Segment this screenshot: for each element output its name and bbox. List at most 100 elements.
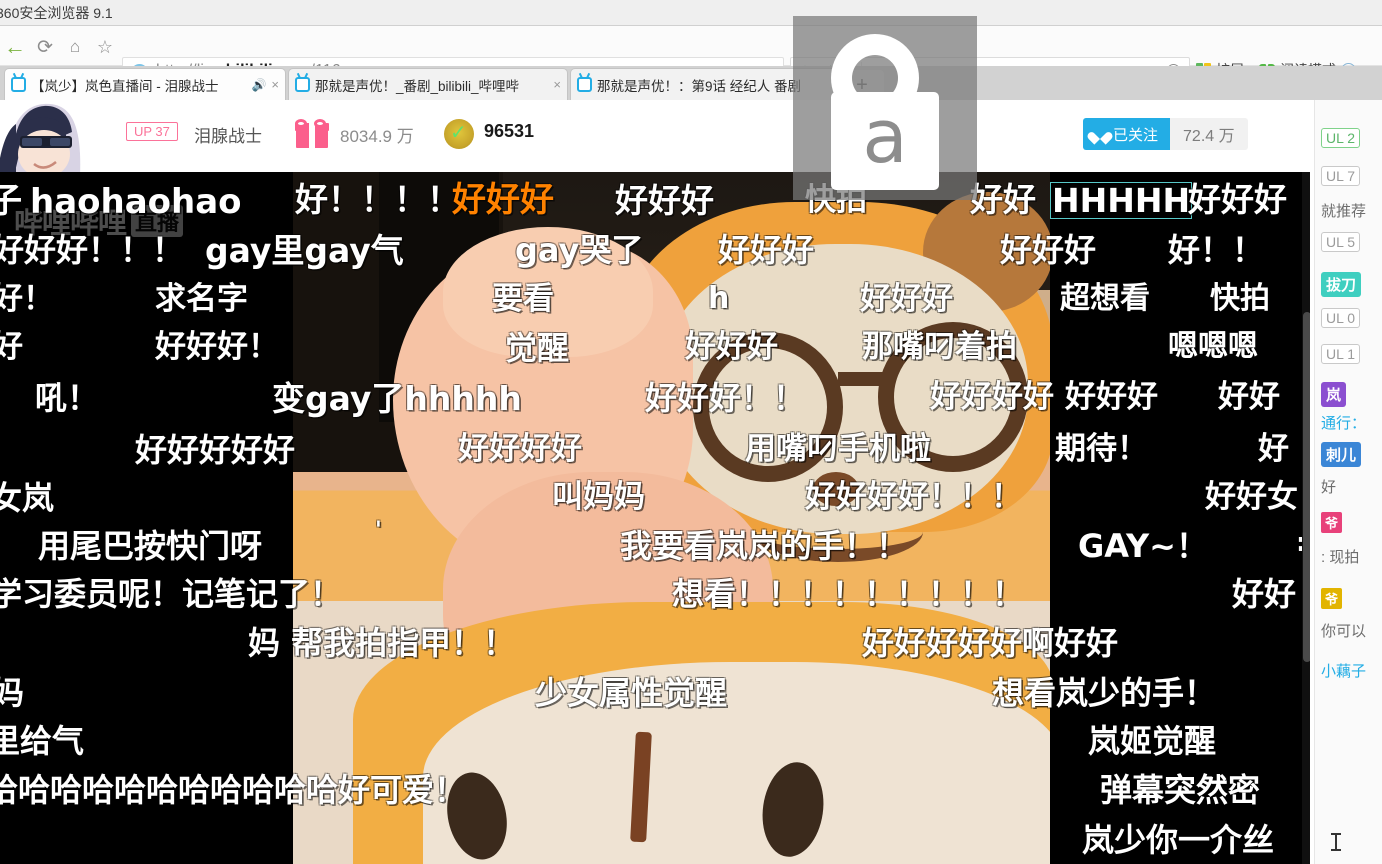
danmaku-comment: 好好 [1218, 379, 1280, 415]
danmaku-comment: 子 [0, 181, 22, 221]
follower-count: 72.4 万 [1170, 118, 1248, 150]
chat-message: 就推荐 [1321, 200, 1366, 221]
danmaku-comment: 好好好！！！ [0, 231, 185, 269]
chat-message: 刺儿 [1321, 442, 1362, 467]
danmaku-comment: 吼！ [35, 379, 100, 417]
chat-message-text: : 现拍 [1321, 549, 1360, 566]
chat-message: 你可以 [1321, 620, 1366, 641]
danmaku-comment: haohaohao [30, 182, 242, 222]
danmaku-comment: 要看 [492, 281, 554, 317]
danmaku-comment: 好好好！ [155, 329, 279, 365]
star-icon[interactable]: ☆ [92, 34, 118, 60]
chat-message: 岚 [1321, 382, 1347, 407]
text-cursor-icon [1331, 833, 1341, 851]
danmaku-comment: 好好好 [685, 329, 778, 365]
chat-message: 通行： [1321, 412, 1366, 433]
danmaku-comment: HHHHH [1049, 181, 1193, 220]
chat-message: 爷 [1321, 588, 1343, 609]
chat-message-text: UL 5 [1321, 232, 1361, 252]
danmaku-comment: 好好好好！！！ [805, 479, 1022, 515]
danmaku-comment: 超想看 [1060, 281, 1150, 316]
chat-message-text: UL 0 [1321, 308, 1361, 328]
close-icon[interactable]: × [553, 77, 561, 92]
chat-message-text: UL 1 [1321, 344, 1361, 364]
danmaku-comment: 用尾巴按快门呀 [38, 527, 263, 565]
bilibili-favicon [295, 77, 310, 92]
home-icon[interactable]: ⌂ [62, 34, 88, 60]
danmaku-comment: 好好好好 [458, 431, 582, 467]
danmaku-comment: 想看岚少的手！ [992, 674, 1217, 712]
danmaku-comment: 妈 帮我拍指甲！！ [248, 624, 516, 662]
tab-2[interactable]: 那就是声优！：第9话 经纪人 番剧 [570, 68, 838, 100]
live-video-player[interactable]: 哔哩哔哩 直播 子 haohaohao 好！！！！ 好好好 好好好 快拍 好好 HHHHH 好好… [0, 172, 1310, 864]
danmaku-comment: 少女属性觉醒 [535, 674, 728, 712]
video-scrollbar[interactable] [1302, 172, 1310, 864]
chat-message: 爷 [1321, 512, 1343, 533]
live-page: UP 37 泪腺战士 8034.9 万 96531 哔哩哔哩 直播 子haoha… [0, 100, 1382, 864]
heart-icon [1092, 127, 1108, 141]
danmaku-comment: 变gay了hhhhh [272, 379, 522, 418]
popularity-count: 96531 [484, 121, 535, 141]
danmaku-comment: 快拍 [1210, 281, 1270, 316]
back-arrow-icon[interactable]: ← [2, 34, 28, 60]
avatar-illustration [0, 100, 96, 174]
danmaku-comment: 岚姬觉醒 [1088, 722, 1217, 760]
danmaku-comment: 好！ [0, 281, 54, 317]
danmaku-comment: 好好好 [718, 231, 815, 269]
danmaku-comment: 求名字 [155, 281, 248, 317]
chat-message: UL 1 [1321, 344, 1361, 364]
danmaku-comment: 好！！ [1168, 231, 1265, 269]
chat-message-text: 小藕子 [1321, 663, 1367, 680]
tab-0[interactable]: 【岚少】岚色直播间 - 泪腺战士 🔊 × [4, 68, 286, 100]
danmaku-comment: 嗯嗯嗯 [1168, 329, 1258, 364]
danmaku-comment: 弹幕突然密 [1100, 771, 1261, 809]
gift-icon [295, 119, 329, 148]
danmaku-comment: 好好好 [1188, 180, 1287, 219]
close-icon[interactable]: × [271, 77, 279, 92]
danmaku-comment: 用嘴叼手机啦 [745, 431, 931, 467]
danmaku-comment: 好好女 [1205, 479, 1298, 515]
danmaku-comment: 觉醒 [505, 329, 570, 367]
tab-title: 【岚少】岚色直播间 - 泪腺战士 [31, 78, 219, 94]
danmaku-comment: 我要看岚岚的手！！ [620, 527, 909, 565]
bilibili-favicon [11, 77, 26, 92]
chat-message: UL 5 [1321, 232, 1361, 252]
reload-icon[interactable]: ⟳ [32, 34, 58, 60]
tab-1[interactable]: 那就是声优！_番剧_bilibili_哔哩哔 × [288, 68, 568, 100]
danmaku-comment: 里给气 [0, 722, 85, 760]
danmaku-comment: 好好 [1232, 575, 1297, 613]
tab-strip: 【岚少】岚色直播间 - 泪腺战士 🔊 × 那就是声优！_番剧_bilibili_… [0, 66, 1382, 100]
popularity-icon [444, 119, 474, 149]
chat-message-text: UL 2 [1321, 128, 1361, 148]
chat-message: UL 2 [1321, 128, 1361, 148]
danmaku-comment: 好好好 [860, 281, 953, 317]
scrollbar-thumb[interactable] [1303, 312, 1310, 662]
tab-title: 那就是声优！：第9话 经纪人 番剧 [597, 78, 802, 94]
follow-button[interactable]: 已关注 [1083, 118, 1171, 150]
danmaku-comment: 想看！！！！！！！！！ [672, 575, 1025, 613]
chat-message-text: UL 7 [1321, 166, 1361, 186]
chat-message-text: 爷 [1321, 512, 1343, 533]
chat-message: : 现拍 [1321, 546, 1359, 567]
danmaku-comment: 好 [0, 329, 23, 365]
danmaku-comment: 好 [1258, 431, 1289, 467]
danmaku-comment: 妈 [0, 674, 25, 712]
chat-sidebar[interactable]: UL 2 UL 7 就推荐 UL 5 拔刀 UL 0 UL 1 岚通行： 刺儿好爷: 现拍爷你可… [1314, 100, 1382, 864]
danmaku-comment: gay哭了 [515, 231, 644, 269]
avatar[interactable] [0, 100, 96, 174]
follow-label: 已关注 [1113, 126, 1159, 144]
danmaku-comment: 叫妈妈 [552, 479, 645, 515]
danmaku-comment: 岚少你一介丝 [1082, 821, 1275, 859]
chat-message-text: 就推荐 [1321, 203, 1367, 220]
chat-message-text: 你可以 [1321, 623, 1367, 640]
danmaku-comment: ' [375, 518, 382, 543]
window-title: 360安全浏览器 9.1 [0, 5, 113, 21]
danmaku-comment: 好好好好 [930, 379, 1054, 415]
chat-message-text: 爷 [1321, 588, 1343, 609]
new-tab-button[interactable]: + [840, 70, 884, 100]
up-level-badge: UP 37 [126, 122, 178, 141]
chat-message-text: 拔刀 [1321, 272, 1362, 297]
speaker-icon[interactable]: 🔊 [251, 78, 266, 92]
danmaku-comment: 哈哈哈哈哈哈哈哈哈哈哈好可爱！ [0, 771, 467, 809]
host-name: 泪腺战士 [194, 127, 262, 146]
